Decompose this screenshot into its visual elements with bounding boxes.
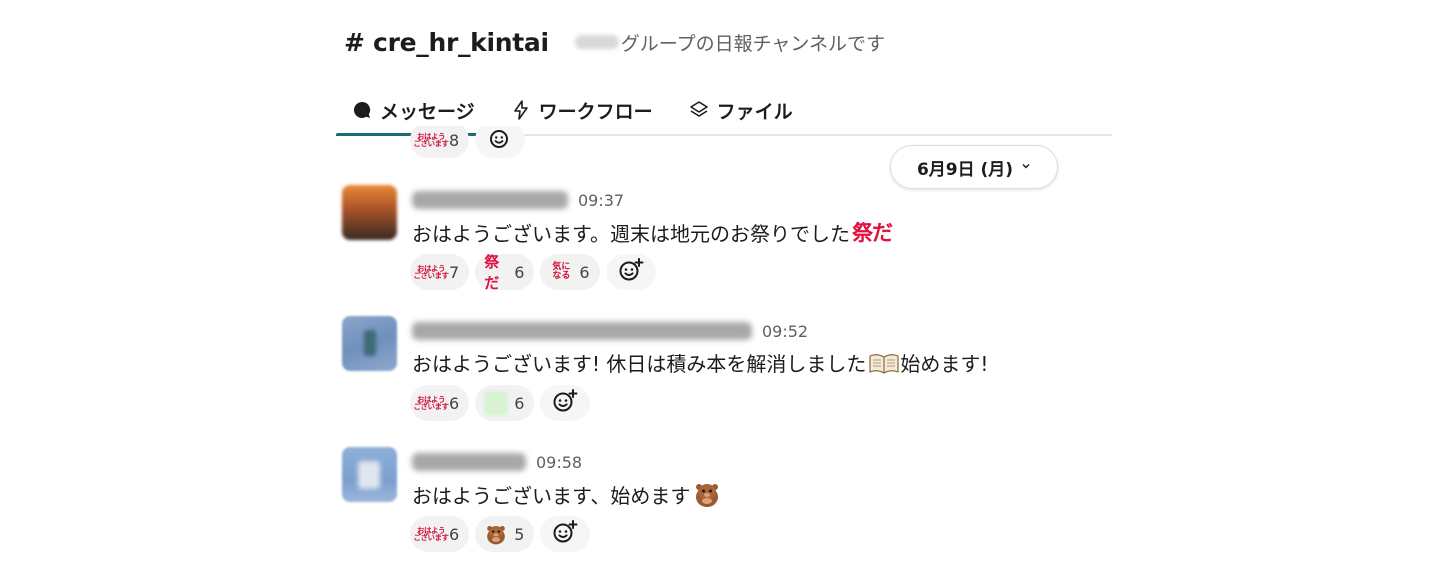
otter-emoji bbox=[484, 522, 508, 546]
channel-header: # cre_hr_kintai グループの日報チャンネルです bbox=[344, 22, 885, 62]
ohayou-emoji: おはよう ございます bbox=[413, 263, 450, 280]
reaction-ohayou[interactable]: おはよう ございます 6 bbox=[410, 385, 470, 421]
message-time[interactable]: 09:58 bbox=[536, 453, 582, 472]
reaction-ohayou[interactable]: おはよう ございます 8 bbox=[410, 126, 470, 158]
tab-files-label: ファイル bbox=[716, 100, 793, 123]
reaction-count: 6 bbox=[449, 393, 460, 413]
message-text: おはようございます。週末は地元のお祭りでした 祭だ bbox=[412, 217, 893, 247]
open-book-emoji bbox=[868, 352, 900, 374]
message-text: おはようございます! 休日は積み本を解消しました 始めます! bbox=[412, 352, 989, 376]
sender-name-redacted[interactable] bbox=[412, 191, 568, 209]
reaction-count: 6 bbox=[514, 393, 525, 413]
ohayou-emoji: おはよう ございます bbox=[413, 525, 450, 542]
reaction-otter[interactable]: 5 bbox=[475, 516, 535, 552]
add-emoji-icon bbox=[552, 519, 578, 549]
reaction-count: 6 bbox=[514, 262, 525, 282]
avatar[interactable] bbox=[342, 316, 397, 371]
add-reaction-button[interactable] bbox=[605, 254, 656, 290]
message-item: 09:37 おはようございます。週末は地元のお祭りでした 祭だ おはよう ございま… bbox=[342, 185, 1102, 295]
message-meta: 09:58 bbox=[412, 449, 582, 475]
reactions: おはよう ございます 6 5 bbox=[410, 516, 591, 552]
add-emoji-icon bbox=[618, 257, 644, 287]
chevron-down-icon bbox=[1021, 161, 1031, 174]
sender-name-redacted[interactable] bbox=[412, 322, 752, 340]
lightning-icon bbox=[511, 100, 531, 120]
otter-emoji bbox=[692, 479, 722, 509]
message-item: 09:52 おはようございます! 休日は積み本を解消しました 始めます! おはよ… bbox=[342, 316, 1102, 426]
channel-description[interactable]: グループの日報チャンネルです bbox=[574, 29, 886, 56]
date-label: 6月9日 (月) bbox=[916, 159, 1014, 180]
tab-workflow-label: ワークフロー bbox=[538, 100, 653, 123]
add-reaction-button[interactable] bbox=[475, 126, 526, 158]
redacted-group-name bbox=[574, 35, 619, 49]
kininaru-emoji: 気に なる bbox=[552, 262, 571, 281]
reaction-count: 6 bbox=[449, 524, 460, 544]
layers-icon bbox=[689, 100, 709, 120]
ohayou-emoji: おはよう ございます bbox=[413, 131, 450, 148]
reaction-matsurida[interactable]: 祭だ 6 bbox=[475, 253, 535, 292]
matsurida-emoji: 祭だ bbox=[484, 253, 499, 292]
green-custom-emoji bbox=[484, 391, 509, 415]
message-time[interactable]: 09:52 bbox=[762, 322, 808, 341]
reaction-count: 6 bbox=[579, 262, 590, 282]
add-emoji-icon bbox=[488, 126, 512, 154]
reaction-count: 5 bbox=[514, 524, 525, 544]
reactions: おはよう ございます 6 6 bbox=[410, 385, 591, 421]
add-reaction-button[interactable] bbox=[540, 385, 591, 421]
message-meta: 09:52 bbox=[412, 318, 808, 344]
matsurida-emoji: 祭だ bbox=[852, 221, 893, 245]
reaction-count: 7 bbox=[449, 262, 460, 282]
reaction-count: 8 bbox=[449, 130, 460, 150]
tab-files[interactable]: ファイル bbox=[673, 86, 809, 134]
channel-name[interactable]: # cre_hr_kintai bbox=[344, 28, 549, 57]
reaction-ohayou[interactable]: おはよう ございます 7 bbox=[410, 254, 470, 290]
date-divider-button[interactable]: 6月9日 (月) bbox=[890, 145, 1058, 189]
add-reaction-button[interactable] bbox=[540, 516, 591, 552]
reaction-kininaru[interactable]: 気に なる 6 bbox=[540, 254, 600, 290]
tab-messages-label: メッセージ bbox=[380, 100, 475, 123]
channel-description-text: グループの日報チャンネルです bbox=[620, 32, 886, 55]
reactions: おはよう ございます 7 祭だ 6 気に なる 6 bbox=[410, 253, 656, 292]
message-text: おはようございます、始めます bbox=[412, 479, 722, 509]
message-meta: 09:37 bbox=[412, 187, 624, 213]
avatar[interactable] bbox=[342, 185, 397, 240]
message-time[interactable]: 09:37 bbox=[578, 191, 624, 210]
add-emoji-icon bbox=[552, 388, 578, 418]
chat-bubble-icon bbox=[352, 100, 372, 120]
sender-name-redacted[interactable] bbox=[412, 453, 526, 471]
reaction-ohayou[interactable]: おはよう ございます 6 bbox=[410, 516, 470, 552]
message-item: 09:58 おはようございます、始めます おはよう ございます 6 5 bbox=[342, 447, 1102, 557]
avatar[interactable] bbox=[342, 447, 397, 502]
reaction-green-custom[interactable]: 6 bbox=[475, 385, 535, 421]
ohayou-emoji: おはよう ございます bbox=[413, 394, 450, 411]
previous-message-reactions: おはよう ございます 8 bbox=[410, 126, 526, 158]
